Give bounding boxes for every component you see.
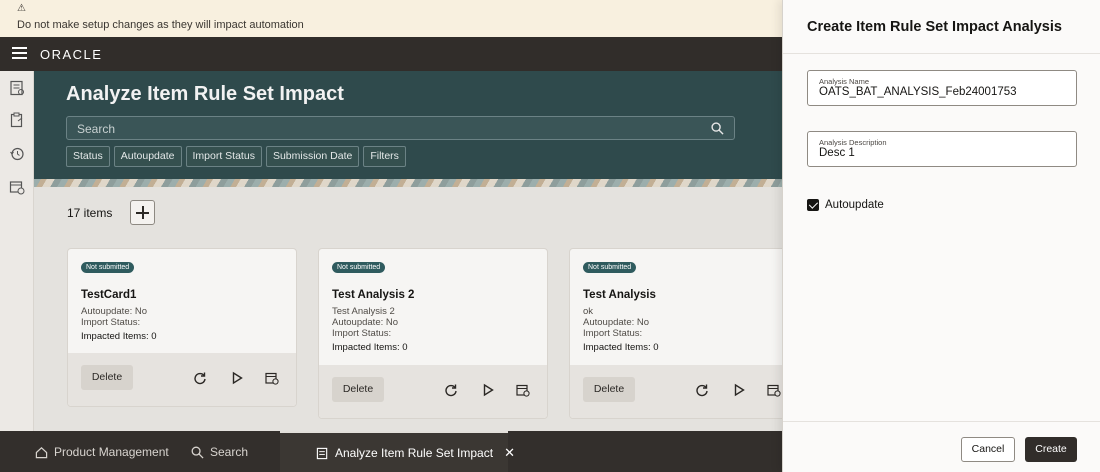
page-header: Analyze Item Rule Set Impact Status Auto… <box>34 71 782 179</box>
card-list: 17 items Not submitted TestCard1 Autoupd… <box>34 187 782 431</box>
impacted-items: Impacted Items: 0 <box>332 342 408 353</box>
cancel-button[interactable]: Cancel <box>961 437 1015 462</box>
close-tab-icon[interactable]: ✕ <box>504 445 515 461</box>
checkbox-label: Autoupdate <box>825 199 884 211</box>
create-button[interactable]: Create <box>1025 437 1077 462</box>
delete-button[interactable]: Delete <box>583 377 635 402</box>
global-header: ORACLE <box>0 37 782 71</box>
card-actions: Delete <box>68 353 296 406</box>
card-title[interactable]: Test Analysis <box>583 289 656 301</box>
refresh-icon[interactable] <box>444 383 458 397</box>
schedule-icon[interactable] <box>767 383 781 397</box>
analysis-card[interactable]: Not submitted Test Analysis 2 Test Analy… <box>318 248 548 419</box>
card-actions: Delete <box>570 365 782 418</box>
history-icon[interactable] <box>9 146 25 162</box>
task-bar: Product Management Search Analyze Item R… <box>0 431 782 472</box>
status-badge: Not submitted <box>583 262 637 273</box>
card-line: Autoupdate: No <box>332 317 399 328</box>
filter-autoupdate[interactable]: Autoupdate <box>113 146 182 167</box>
task-label: Product Management <box>54 445 169 459</box>
warning-banner: ⚠ Do not make setup changes as they will… <box>0 0 782 37</box>
search-input[interactable] <box>77 120 677 137</box>
card-line: Import Status: <box>332 328 392 339</box>
delete-button[interactable]: Delete <box>81 365 133 390</box>
filter-import-status[interactable]: Import Status <box>185 146 262 167</box>
add-analysis-button[interactable] <box>130 200 155 225</box>
divider <box>783 421 1100 422</box>
refresh-icon[interactable] <box>695 383 709 397</box>
impacted-items: Impacted Items: 0 <box>583 342 659 353</box>
search-icon[interactable] <box>711 122 724 135</box>
left-rail <box>0 71 34 431</box>
home-icon <box>35 446 48 458</box>
card-line: ok <box>583 306 594 317</box>
analysis-card[interactable]: Not submitted Test Analysis ok Autoupdat… <box>569 248 782 419</box>
filter-submission-date[interactable]: Submission Date <box>265 146 360 167</box>
filter-more[interactable]: Filters <box>363 146 406 167</box>
clipboard-icon[interactable] <box>9 112 25 128</box>
calendar-icon[interactable] <box>9 179 25 195</box>
run-icon[interactable] <box>732 383 746 397</box>
report-icon[interactable] <box>9 80 25 96</box>
schedule-icon[interactable] <box>516 383 530 397</box>
delete-button[interactable]: Delete <box>332 377 384 402</box>
card-title[interactable]: TestCard1 <box>81 289 136 301</box>
autoupdate-checkbox[interactable]: Autoupdate <box>807 199 884 211</box>
analysis-name-field[interactable]: Analysis Name <box>807 70 1077 106</box>
analysis-description-input[interactable] <box>819 147 1069 159</box>
decorative-pattern <box>34 179 782 187</box>
divider <box>783 53 1100 54</box>
field-label: Analysis Name <box>819 77 870 86</box>
warning-text: Do not make setup changes as they will i… <box>17 19 304 31</box>
card-actions: Delete <box>319 365 547 418</box>
task-analyze-impact[interactable]: Analyze Item Rule Set Impact ✕ <box>316 445 515 461</box>
card-line: Import Status: <box>583 328 643 339</box>
warning-icon: ⚠ <box>17 3 26 14</box>
task-search[interactable]: Search <box>191 445 248 459</box>
drawer-title: Create Item Rule Set Impact Analysis <box>807 19 1062 35</box>
schedule-icon[interactable] <box>265 371 279 385</box>
run-icon[interactable] <box>481 383 495 397</box>
analysis-card[interactable]: Not submitted TestCard1 Autoupdate: No I… <box>67 248 297 407</box>
task-label: Analyze Item Rule Set Impact <box>335 446 494 460</box>
refresh-icon[interactable] <box>193 371 207 385</box>
card-line: Autoupdate: No <box>583 317 650 328</box>
filter-status[interactable]: Status <box>66 146 110 167</box>
status-badge: Not submitted <box>81 262 135 273</box>
page-title: Analyze Item Rule Set Impact <box>66 83 344 105</box>
search-field[interactable] <box>66 116 735 140</box>
card-title[interactable]: Test Analysis 2 <box>332 289 414 301</box>
checkbox-checked-icon[interactable] <box>807 199 819 211</box>
task-product-management[interactable]: Product Management <box>35 445 169 459</box>
card-line: Import Status: <box>81 317 141 328</box>
status-badge: Not submitted <box>332 262 386 273</box>
field-label: Analysis Description <box>819 138 887 147</box>
analysis-description-field[interactable]: Analysis Description <box>807 131 1077 167</box>
create-analysis-drawer: Create Item Rule Set Impact Analysis Ana… <box>782 0 1100 472</box>
card-line: Autoupdate: No <box>81 306 148 317</box>
item-count: 17 items <box>67 206 113 220</box>
report-icon <box>316 447 328 459</box>
impacted-items: Impacted Items: 0 <box>81 331 157 342</box>
oracle-logo[interactable]: ORACLE <box>40 47 102 62</box>
filter-chips: Status Autoupdate Import Status Submissi… <box>66 146 406 167</box>
task-label: Search <box>210 445 249 459</box>
menu-icon[interactable] <box>12 47 27 60</box>
search-icon <box>191 446 204 459</box>
analysis-name-input[interactable] <box>819 86 1069 98</box>
run-icon[interactable] <box>230 371 244 385</box>
card-line: Test Analysis 2 <box>332 306 395 317</box>
